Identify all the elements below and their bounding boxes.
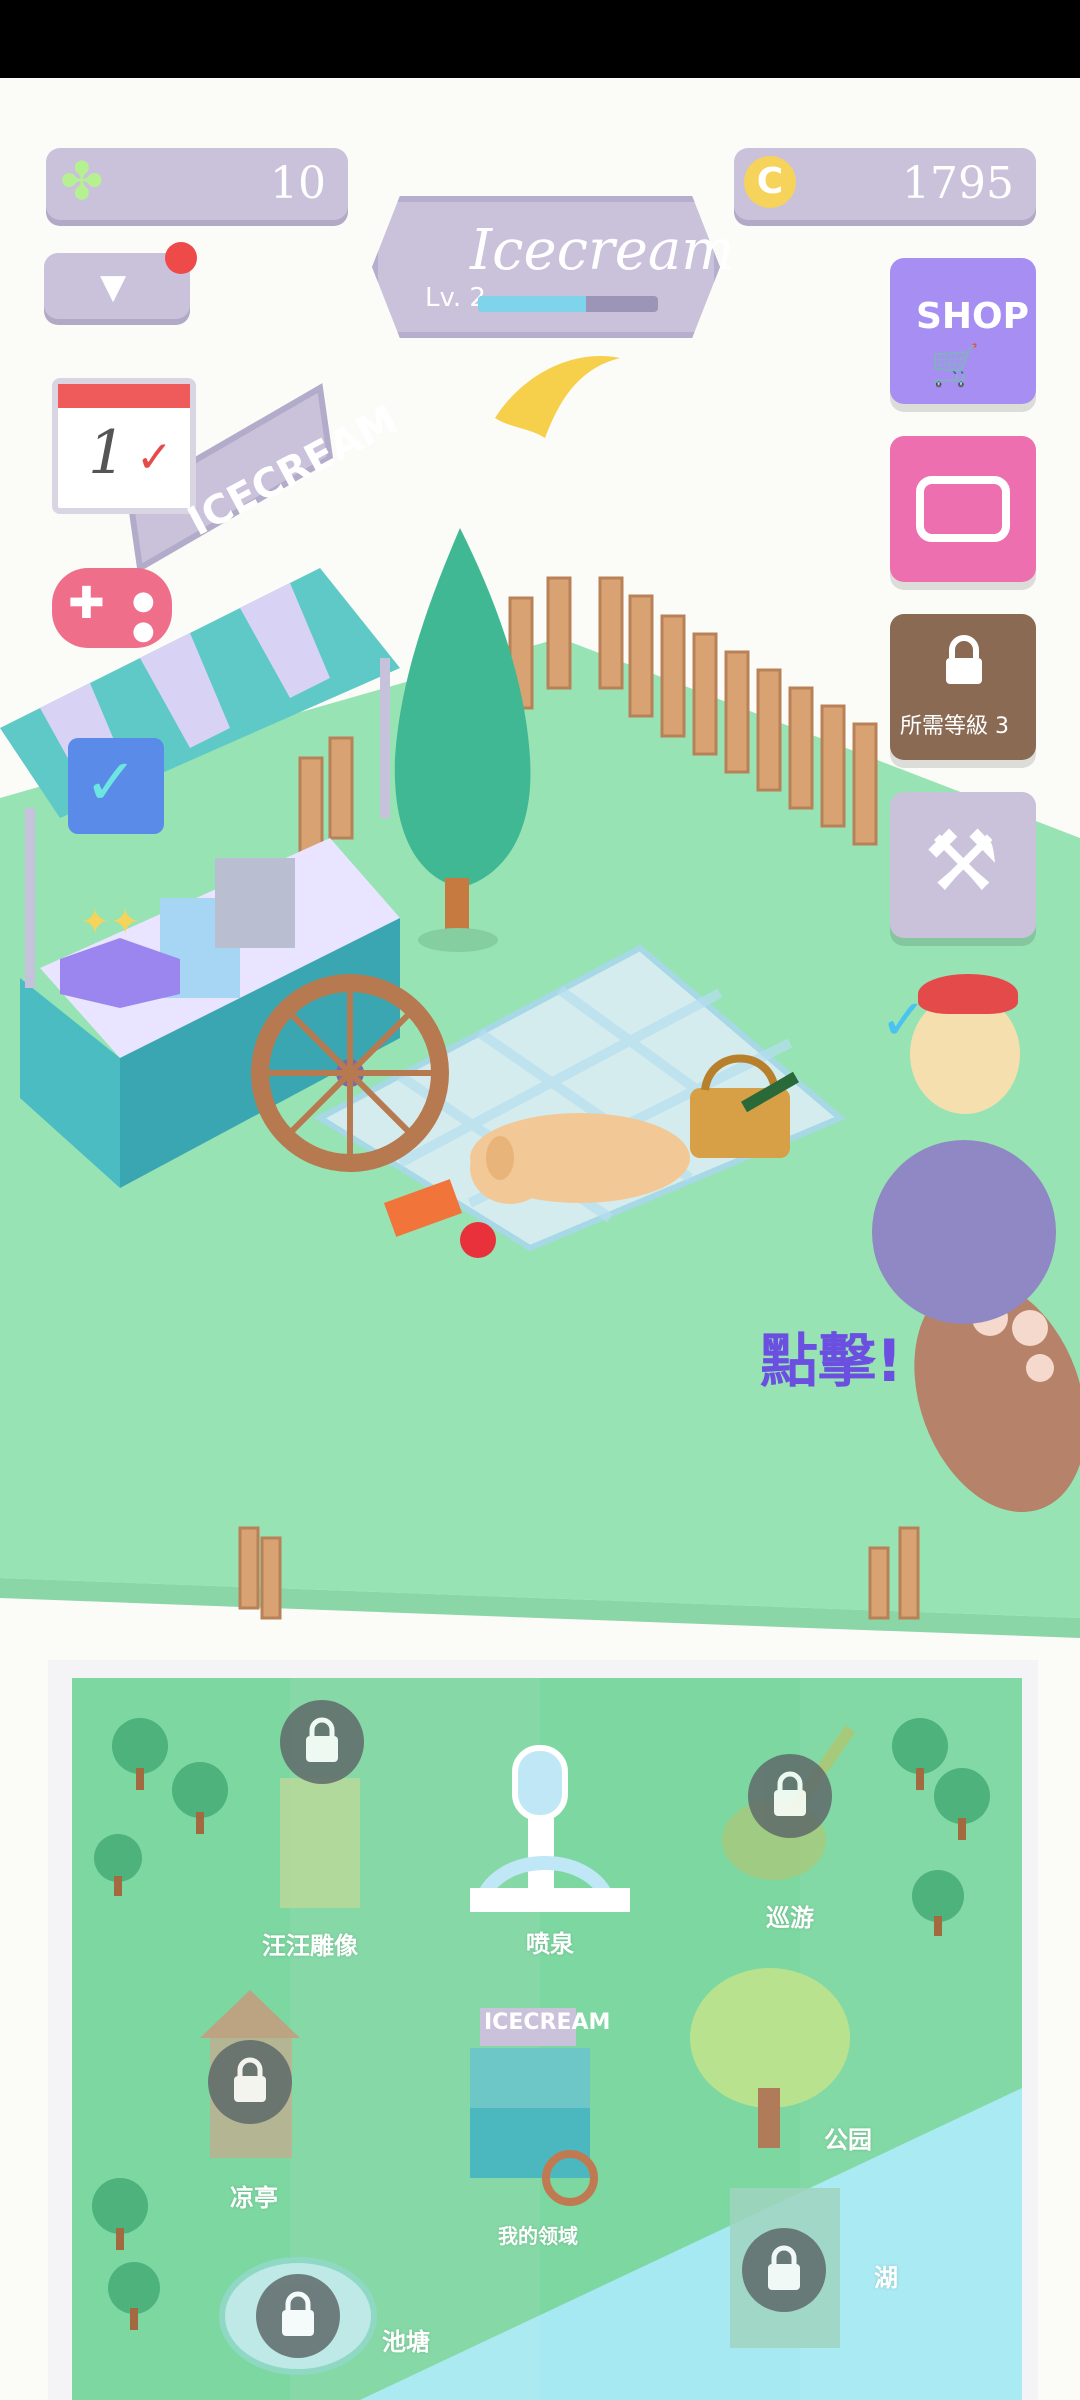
map-location-pavilion[interactable]: 凉亭 (230, 2178, 278, 2213)
game-scene: ✤ 10 Icecream Lv. 2 C 1795 ▼ 1 ✓ ✚ ● ● ✓… (0, 78, 1080, 2400)
map-location-park[interactable]: 公园 (824, 2120, 872, 2155)
xp-bar (478, 296, 658, 312)
hammer-wrench-icon: ⚒ (924, 812, 1000, 910)
tap-hint-label: 點擊! (760, 1327, 903, 1395)
lock-icon[interactable] (256, 2274, 340, 2358)
map-location-pond[interactable]: 池塘 (382, 2322, 430, 2357)
lock-icon[interactable] (742, 2228, 826, 2312)
lock-icon[interactable] (748, 1754, 832, 1838)
required-level-label: 所需等級 3 (900, 714, 1009, 739)
clover-counter[interactable]: ✤ 10 (46, 148, 348, 220)
status-bar (0, 0, 1080, 78)
lock-icon (936, 632, 992, 688)
clover-icon: ✤ (60, 152, 104, 212)
wardrobe-locked-button[interactable]: 所需等級 3 (890, 614, 1036, 760)
cat-character-avatar[interactable] (872, 1140, 1056, 1324)
map-location-dog-statue[interactable]: 汪汪雕像 (262, 1926, 358, 1961)
clover-count: 10 (270, 158, 326, 209)
calendar-icon[interactable]: 1 ✓ (52, 378, 196, 514)
coin-counter[interactable]: C 1795 (734, 148, 1036, 220)
treasure-chest-button[interactable] (890, 436, 1036, 582)
cart-icon: 🛒 (930, 343, 980, 389)
treasure-chest-icon (916, 476, 1010, 542)
mystery-box-icon[interactable]: ✦✦ (60, 902, 180, 1008)
lock-icon[interactable] (280, 1700, 364, 1784)
level-label: Lv. 2 (425, 283, 486, 313)
shop-label: SHOP (916, 296, 1030, 337)
xp-bar-fill (478, 296, 586, 312)
calendar-day: 1 (88, 418, 127, 488)
map-location-lake[interactable]: 湖 (874, 2258, 898, 2293)
lock-icon[interactable] (208, 2040, 292, 2124)
notification-dot (165, 242, 197, 274)
map-stand-sign: ICECREAM (484, 2010, 611, 2035)
checklist-icon[interactable]: ✓ (68, 738, 164, 834)
map-location-parade[interactable]: 巡游 (766, 1898, 814, 1933)
check-mark-icon: ✓ (136, 432, 173, 483)
map-location-fountain[interactable]: 喷泉 (526, 1924, 574, 1959)
coin-icon: C (744, 156, 796, 208)
gamepad-icon[interactable]: ✚ ● ● (52, 568, 172, 648)
coin-count: 1795 (902, 158, 1014, 209)
chevron-down-icon: ▼ (100, 267, 127, 307)
player-name: Icecream (470, 218, 735, 283)
map-location-my-domain[interactable]: 我的领域 (498, 2220, 578, 2249)
check-mark-icon: ✓ (880, 988, 927, 1053)
tools-button[interactable]: ⚒ (890, 792, 1036, 938)
shop-button[interactable]: SHOP 🛒 (890, 258, 1036, 404)
